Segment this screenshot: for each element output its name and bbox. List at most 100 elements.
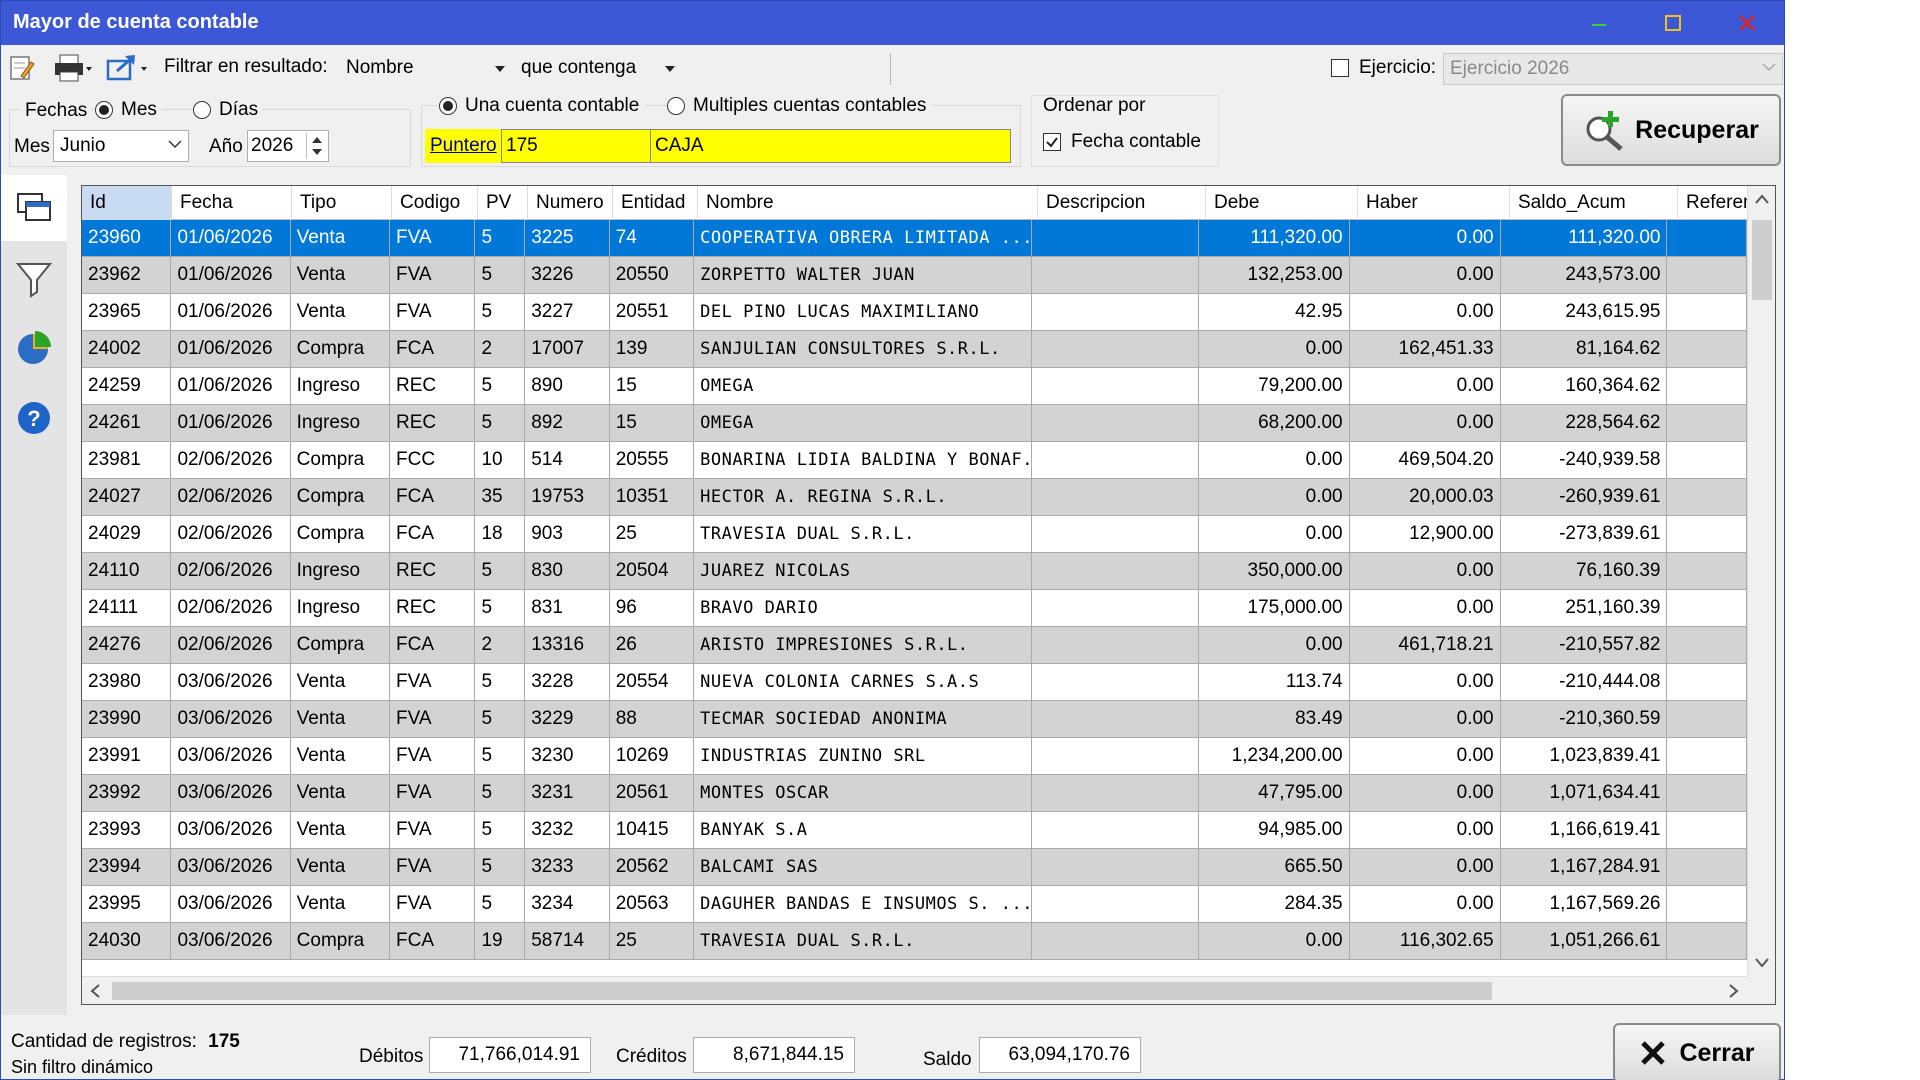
vertical-scrollbar[interactable] — [1747, 186, 1775, 976]
cell-id[interactable]: 24261 — [82, 405, 172, 442]
cell-fecha[interactable]: 02/06/2026 — [171, 442, 291, 479]
cell-haber[interactable]: 0.00 — [1349, 368, 1501, 405]
cell-tipo[interactable]: Ingreso — [290, 553, 391, 590]
cell-codigo[interactable]: FCA — [390, 627, 476, 664]
column-header-fecha[interactable]: Fecha — [172, 186, 292, 220]
cell-nombre[interactable]: BRAVO DARIO — [694, 590, 1032, 627]
cell-nombre[interactable]: ZORPETTO WALTER JUAN — [694, 257, 1032, 294]
cell-debe[interactable]: 42.95 — [1198, 294, 1350, 331]
cell-debe[interactable]: 0.00 — [1198, 516, 1350, 553]
column-header-referencia[interactable]: Referenc — [1678, 186, 1758, 220]
cell-saldo[interactable]: 243,615.95 — [1500, 294, 1668, 331]
cell-codigo[interactable]: FVA — [390, 886, 476, 923]
cell-referencia[interactable] — [1667, 257, 1747, 294]
cell-haber[interactable]: 0.00 — [1349, 664, 1501, 701]
cell-tipo[interactable]: Compra — [290, 442, 391, 479]
cell-pv[interactable]: 19 — [475, 923, 526, 960]
cell-descripcion[interactable] — [1031, 923, 1199, 960]
cell-tipo[interactable]: Venta — [290, 886, 391, 923]
cell-tipo[interactable]: Venta — [290, 220, 391, 257]
cell-referencia[interactable] — [1667, 664, 1747, 701]
recuperar-button[interactable]: Recuperar — [1561, 94, 1781, 166]
cell-nombre[interactable]: DAGUHER BANDAS E INSUMOS S. ... — [694, 886, 1032, 923]
cell-pv[interactable]: 5 — [475, 257, 526, 294]
cell-codigo[interactable]: FVA — [390, 220, 476, 257]
cell-numero[interactable]: 13316 — [525, 627, 610, 664]
cell-saldo[interactable]: 81,164.62 — [1500, 331, 1668, 368]
cell-referencia[interactable] — [1667, 812, 1747, 849]
cell-fecha[interactable]: 01/06/2026 — [171, 368, 291, 405]
cell-descripcion[interactable] — [1031, 479, 1199, 516]
print-button[interactable] — [53, 51, 93, 85]
table-row[interactable]: 24276 02/06/2026 Compra FCA 2 13316 26 ARISTO I… — [82, 627, 1747, 664]
cell-tipo[interactable]: Venta — [290, 257, 391, 294]
cell-codigo[interactable]: FCA — [390, 516, 476, 553]
table-row[interactable]: 24030 03/06/2026 Compra FCA 19 58714 25 TRAVESI… — [82, 923, 1747, 960]
column-header-nombre[interactable]: Nombre — [698, 186, 1038, 220]
cell-entidad[interactable]: 10351 — [609, 479, 695, 516]
horizontal-scrollbar[interactable] — [82, 976, 1747, 1004]
cell-id[interactable]: 23995 — [82, 886, 172, 923]
cell-codigo[interactable]: FCC — [390, 442, 476, 479]
cell-codigo[interactable]: FVA — [390, 775, 476, 812]
cell-debe[interactable]: 0.00 — [1198, 331, 1350, 368]
column-header-entidad[interactable]: Entidad — [613, 186, 698, 220]
edit-button[interactable] — [9, 51, 35, 85]
cell-tipo[interactable]: Ingreso — [290, 405, 391, 442]
cell-haber[interactable]: 0.00 — [1349, 849, 1501, 886]
cell-descripcion[interactable] — [1031, 886, 1199, 923]
cell-codigo[interactable]: FCA — [390, 331, 476, 368]
table-row[interactable]: 23993 03/06/2026 Venta FVA 5 3232 10415 BANYAK … — [82, 812, 1747, 849]
cell-tipo[interactable]: Venta — [290, 775, 391, 812]
stepper-buttons[interactable] — [306, 133, 326, 159]
cell-nombre[interactable]: ARISTO IMPRESIONES S.R.L. — [694, 627, 1032, 664]
column-header-descripcion[interactable]: Descripcion — [1038, 186, 1206, 220]
cell-haber[interactable]: 162,451.33 — [1349, 331, 1501, 368]
filter-text-input[interactable] — [691, 53, 891, 85]
table-row[interactable]: 23995 03/06/2026 Venta FVA 5 3234 20563 DAGUHER… — [82, 886, 1747, 923]
cell-pv[interactable]: 5 — [475, 294, 526, 331]
radio-una-cuenta[interactable]: Una cuenta contable — [439, 95, 646, 117]
cell-descripcion[interactable] — [1031, 516, 1199, 553]
cell-entidad[interactable]: 10269 — [609, 738, 695, 775]
cell-saldo[interactable]: -260,939.61 — [1500, 479, 1668, 516]
cell-debe[interactable]: 665.50 — [1198, 849, 1350, 886]
grid-body[interactable]: 23960 01/06/2026 Venta FVA 5 3225 74 COOPERATIV… — [82, 220, 1747, 966]
cell-descripcion[interactable] — [1031, 812, 1199, 849]
cell-pv[interactable]: 5 — [475, 405, 526, 442]
cell-entidad[interactable]: 15 — [609, 405, 695, 442]
column-header-pv[interactable]: PV — [478, 186, 528, 220]
export-button[interactable] — [105, 51, 151, 85]
cell-nombre[interactable]: OMEGA — [694, 368, 1032, 405]
cell-id[interactable]: 23960 — [82, 220, 172, 257]
cell-fecha[interactable]: 01/06/2026 — [171, 405, 291, 442]
table-row[interactable]: 23980 03/06/2026 Venta FVA 5 3228 20554 NUEVA C… — [82, 664, 1747, 701]
cell-referencia[interactable] — [1667, 923, 1747, 960]
cell-entidad[interactable]: 15 — [609, 368, 695, 405]
cell-tipo[interactable]: Venta — [290, 664, 391, 701]
side-item-chart[interactable] — [1, 315, 67, 381]
cell-haber[interactable]: 0.00 — [1349, 775, 1501, 812]
cell-descripcion[interactable] — [1031, 331, 1199, 368]
cell-numero[interactable]: 831 — [525, 590, 610, 627]
cell-entidad[interactable]: 26 — [609, 627, 695, 664]
cell-saldo[interactable]: 243,573.00 — [1500, 257, 1668, 294]
cell-debe[interactable]: 83.49 — [1198, 701, 1350, 738]
cell-haber[interactable]: 0.00 — [1349, 738, 1501, 775]
cell-pv[interactable]: 35 — [475, 479, 526, 516]
cell-tipo[interactable]: Ingreso — [290, 368, 391, 405]
fecha-contable-checkbox[interactable]: Fecha contable — [1043, 131, 1201, 153]
cell-descripcion[interactable] — [1031, 701, 1199, 738]
cell-codigo[interactable]: REC — [390, 368, 476, 405]
cell-haber[interactable]: 0.00 — [1349, 405, 1501, 442]
side-item-filter[interactable] — [1, 245, 67, 311]
cell-haber[interactable]: 0.00 — [1349, 553, 1501, 590]
cell-nombre[interactable]: BANYAK S.A — [694, 812, 1032, 849]
cell-fecha[interactable]: 03/06/2026 — [171, 923, 291, 960]
cell-numero[interactable]: 3228 — [525, 664, 610, 701]
cell-referencia[interactable] — [1667, 738, 1747, 775]
cell-referencia[interactable] — [1667, 701, 1747, 738]
cell-tipo[interactable]: Venta — [290, 701, 391, 738]
anio-stepper[interactable]: 2026 — [247, 130, 329, 162]
cell-entidad[interactable]: 88 — [609, 701, 695, 738]
